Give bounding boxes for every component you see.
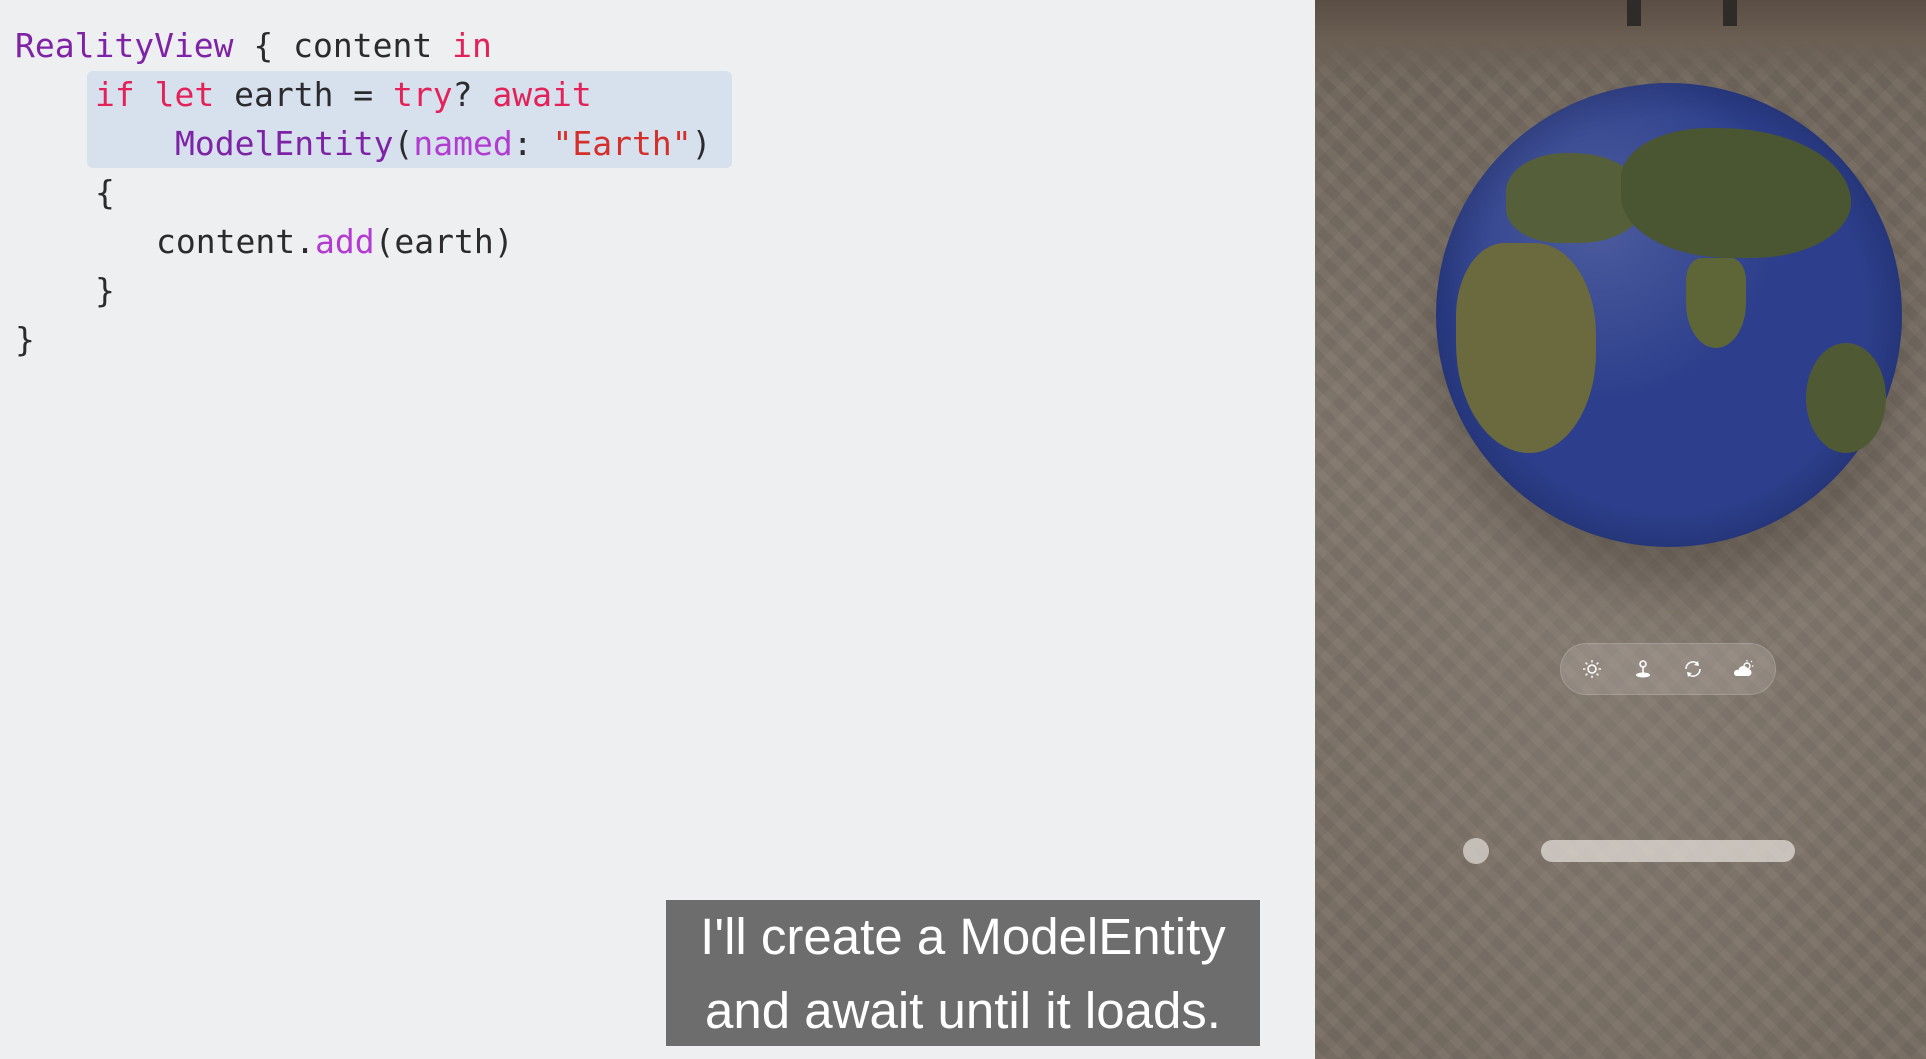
sun-icon[interactable]: [1577, 654, 1607, 684]
rotate-icon[interactable]: [1678, 654, 1708, 684]
earth-globe[interactable]: [1436, 83, 1902, 547]
window-grab-bar[interactable]: [1541, 840, 1795, 862]
token-text: (: [393, 124, 414, 163]
bench-leg: [1723, 0, 1737, 26]
video-caption: I'll create a ModelEntity and await unti…: [666, 900, 1260, 1046]
code-line-3: ModelEntity(named: "Earth"): [175, 124, 711, 164]
token-text: {: [95, 173, 115, 212]
caption-line-2: and await until it loads.: [705, 982, 1221, 1039]
token-function: add: [314, 222, 375, 261]
continent-australia: [1806, 343, 1886, 453]
code-line-2: if let earth = try? await: [95, 75, 592, 115]
token-text: earth =: [214, 75, 394, 114]
token-text: { content: [233, 26, 453, 65]
code-line-5: content.add(earth): [156, 222, 514, 262]
code-panel: RealityView { content in if let earth = …: [0, 0, 1315, 1059]
cloud-sun-icon[interactable]: [1729, 654, 1759, 684]
token-keyword: let: [154, 75, 215, 114]
token-type: RealityView: [15, 26, 234, 65]
token-keyword: await: [492, 75, 592, 114]
token-text: ?: [452, 75, 493, 114]
token-text: content.: [156, 222, 315, 261]
continent-india: [1686, 258, 1746, 348]
ornament-toolbar: [1560, 643, 1776, 695]
token-text: :: [512, 124, 553, 163]
token-text: }: [95, 271, 115, 310]
token-keyword: try: [393, 75, 453, 114]
token-type: ModelEntity: [175, 124, 394, 163]
token-text: }: [15, 320, 35, 359]
token-text: (earth): [374, 222, 514, 261]
code-line-4: {: [95, 173, 115, 213]
token-keyword: if: [95, 75, 135, 114]
room-back-edge: [1315, 0, 1926, 80]
bench-leg: [1627, 0, 1641, 26]
code-line-7: }: [15, 320, 35, 360]
token-string: "Earth": [552, 124, 692, 163]
continent-asia: [1621, 128, 1851, 258]
continent-africa: [1456, 243, 1596, 453]
token-param: named: [413, 124, 513, 163]
code-line-1: RealityView { content in: [15, 26, 492, 66]
pin-icon[interactable]: [1628, 654, 1658, 684]
caption-line-1: I'll create a ModelEntity: [700, 908, 1226, 965]
token-keyword: in: [452, 26, 492, 65]
token-text: ): [691, 124, 712, 163]
code-line-6: }: [95, 271, 115, 311]
vision-preview: [1315, 0, 1926, 1059]
window-close-dot[interactable]: [1463, 838, 1489, 864]
